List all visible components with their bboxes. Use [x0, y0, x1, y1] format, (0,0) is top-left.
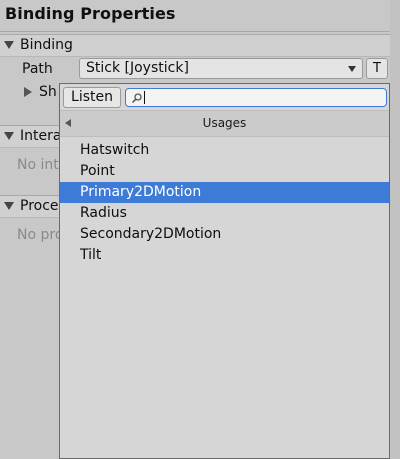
list-item-label: Primary2DMotion: [80, 184, 202, 200]
list-item-primary2dmotion[interactable]: Primary2DMotion: [60, 182, 389, 203]
list-item-label: Secondary2DMotion: [80, 226, 222, 242]
list-item-hatswitch[interactable]: Hatswitch: [60, 140, 389, 161]
search-input[interactable]: [143, 90, 378, 105]
path-label: Path: [22, 61, 53, 77]
interactions-empty-text: No int: [17, 157, 59, 173]
scrollbar-gutter: [390, 0, 400, 459]
path-dropdown-value: Stick [Joystick]: [86, 60, 189, 76]
list-item-radius[interactable]: Radius: [60, 203, 389, 224]
usages-list: Hatswitch Point Primary2DMotion Radius S…: [60, 140, 389, 266]
processors-section-label: Proce: [20, 198, 59, 214]
interactions-section-label: Intera: [20, 128, 62, 144]
binding-section-label: Binding: [20, 37, 73, 53]
nav-title: Usages: [202, 116, 247, 130]
foldout-expanded-icon: [4, 41, 14, 49]
search-field[interactable]: [125, 88, 387, 107]
text-mode-toggle-button[interactable]: T: [366, 58, 388, 79]
sub-foldout-label: Sh: [39, 84, 57, 100]
list-item-label: Hatswitch: [80, 142, 150, 158]
list-item-secondary2dmotion[interactable]: Secondary2DMotion: [60, 224, 389, 245]
usages-dropdown-popup: Listen Usages Hatswitch Point Primary2DM…: [59, 83, 390, 459]
list-item-label: Radius: [80, 205, 127, 221]
list-item-label: Point: [80, 163, 115, 179]
chevron-down-icon: [348, 66, 356, 72]
listen-button[interactable]: Listen: [63, 87, 121, 108]
text-caret: [144, 91, 145, 104]
foldout-expanded-icon: [4, 202, 14, 210]
title-divider: [0, 31, 390, 32]
list-item-point[interactable]: Point: [60, 161, 389, 182]
foldout-collapsed-icon[interactable]: [24, 87, 32, 97]
navigation-bar: Usages: [60, 110, 389, 137]
path-dropdown[interactable]: Stick [Joystick]: [79, 58, 363, 79]
panel-title: Binding Properties: [5, 4, 176, 23]
binding-section-header[interactable]: Binding: [0, 34, 390, 57]
foldout-expanded-icon: [4, 132, 14, 140]
list-item-label: Tilt: [80, 247, 102, 263]
search-icon: [131, 93, 142, 104]
list-item-tilt[interactable]: Tilt: [60, 245, 389, 266]
processors-empty-text: No pro: [17, 227, 64, 243]
